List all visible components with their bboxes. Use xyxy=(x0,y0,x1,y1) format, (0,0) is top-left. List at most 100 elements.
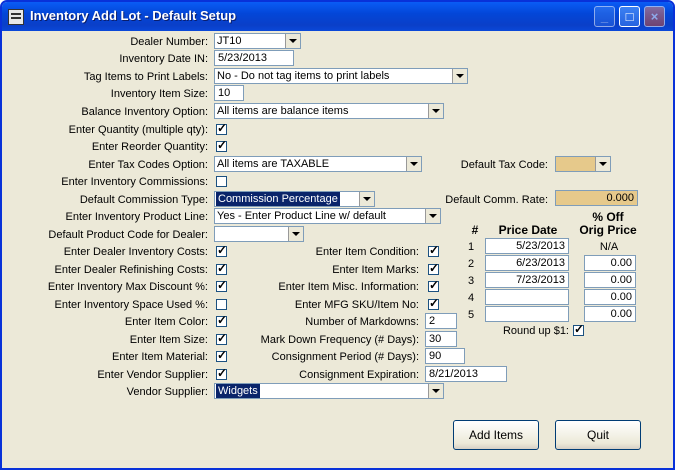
tax-codes-option-label: Enter Tax Codes Option: xyxy=(88,159,208,171)
markdown-pct-off-value: N/A xyxy=(599,241,619,253)
default-tax-code-select[interactable] xyxy=(555,156,611,172)
chevron-down-icon[interactable] xyxy=(288,227,303,241)
enter-inventory-commissions-checkbox[interactable] xyxy=(216,176,227,187)
product-line-select[interactable]: Yes - Enter Product Line w/ default xyxy=(214,208,441,224)
item-material-checkbox[interactable] xyxy=(216,348,227,362)
markdown-number-header: # xyxy=(471,223,479,237)
enter-inventory-commissions-label: Enter Inventory Commissions: xyxy=(61,176,208,188)
default-commission-type-value: Commission Percentage xyxy=(216,192,340,206)
default-product-code-select[interactable] xyxy=(214,226,304,242)
round-up-label: Round up $1: xyxy=(502,325,569,337)
vendor-supplier-checkbox[interactable] xyxy=(216,366,227,380)
add-items-button[interactable]: Add Items xyxy=(453,420,539,450)
close-button[interactable]: × xyxy=(644,6,665,27)
chevron-down-icon[interactable] xyxy=(428,104,443,118)
round-up-checkbox[interactable] xyxy=(573,322,584,336)
enter-reorder-quantity-checkbox[interactable] xyxy=(216,138,227,152)
markdown-price-date-field[interactable]: 7/23/2013 xyxy=(485,272,569,288)
item-marks-label: Enter Item Marks: xyxy=(332,264,419,276)
number-of-markdowns-field[interactable]: 2 xyxy=(425,313,457,329)
markdown-pct-off-field[interactable]: 0.00 xyxy=(584,306,636,322)
dealer-number-value: JT10 xyxy=(217,35,242,47)
inventory-item-size-label: Inventory Item Size: xyxy=(110,88,208,100)
dealer-number-label: Dealer Number: xyxy=(130,36,208,48)
maximize-button[interactable]: □ xyxy=(619,6,640,27)
default-comm-rate-label: Default Comm. Rate: xyxy=(445,194,548,206)
dealer-inventory-costs-label: Enter Dealer Inventory Costs: xyxy=(63,246,208,258)
chevron-down-icon[interactable] xyxy=(406,157,421,171)
markdown-row-number: 5 xyxy=(468,309,475,321)
default-tax-code-label: Default Tax Code: xyxy=(460,159,548,171)
default-comm-rate-field[interactable]: 0.000 xyxy=(555,190,638,206)
markdown-price-date-field[interactable]: 6/23/2013 xyxy=(485,255,569,271)
inventory-space-used-checkbox[interactable] xyxy=(216,299,227,310)
item-misc-info-checkbox[interactable] xyxy=(428,278,439,292)
chevron-down-icon[interactable] xyxy=(359,192,374,206)
markdown-row-number: 2 xyxy=(468,258,475,270)
inventory-add-lot-window: Inventory Add Lot - Default Setup _ □ × … xyxy=(0,0,675,470)
markdown-pct-off-field[interactable]: 0.00 xyxy=(584,272,636,288)
orig-price-header: Orig Price xyxy=(579,223,637,237)
vendor-supplier-select[interactable]: Widgets xyxy=(214,383,444,399)
tag-items-label: Tag Items to Print Labels: xyxy=(83,71,208,83)
enter-quantity-checkbox[interactable] xyxy=(216,121,227,135)
item-size-checkbox[interactable] xyxy=(216,331,227,345)
balance-inventory-label: Balance Inventory Option: xyxy=(81,106,208,118)
product-line-label: Enter Inventory Product Line: xyxy=(65,211,208,223)
markdown-frequency-field[interactable]: 30 xyxy=(425,331,457,347)
pct-off-header: % Off xyxy=(592,210,624,224)
app-icon xyxy=(8,9,24,25)
markdown-pct-off-field[interactable]: 0.00 xyxy=(584,289,636,305)
chevron-down-icon[interactable] xyxy=(452,69,467,83)
tag-items-value: No - Do not tag items to print labels xyxy=(217,70,390,82)
item-condition-checkbox[interactable] xyxy=(428,243,439,257)
item-marks-checkbox[interactable] xyxy=(428,261,439,275)
tax-codes-option-select[interactable]: All items are TAXABLE xyxy=(214,156,422,172)
chevron-down-icon[interactable] xyxy=(285,34,300,48)
item-material-label: Enter Item Material: xyxy=(112,351,208,363)
consignment-expiration-field[interactable]: 8/21/2013 xyxy=(425,366,507,382)
chevron-down-icon[interactable] xyxy=(428,384,443,398)
balance-inventory-value: All items are balance items xyxy=(217,105,349,117)
item-color-checkbox[interactable] xyxy=(216,313,227,327)
inventory-date-in-field[interactable]: 5/23/2013 xyxy=(214,50,294,66)
tax-codes-option-value: All items are TAXABLE xyxy=(217,158,330,170)
mfg-sku-label: Enter MFG SKU/Item No: xyxy=(294,299,419,311)
dealer-number-select[interactable]: JT10 xyxy=(214,33,301,49)
markdown-price-date-field[interactable]: 5/23/2013 xyxy=(485,238,569,254)
dealer-refinishing-costs-label: Enter Dealer Refinishing Costs: xyxy=(54,264,208,276)
minimize-button[interactable]: _ xyxy=(594,6,615,27)
markdown-row-number: 1 xyxy=(468,241,475,253)
default-product-code-label: Default Product Code for Dealer: xyxy=(48,229,208,241)
consignment-period-label: Consignment Period (# Days): xyxy=(271,351,419,363)
window-title: Inventory Add Lot - Default Setup xyxy=(30,8,237,23)
enter-quantity-label: Enter Quantity (multiple qty): xyxy=(68,124,208,136)
default-commission-type-label: Default Commission Type: xyxy=(79,194,208,206)
consignment-period-field[interactable]: 90 xyxy=(425,348,465,364)
inventory-item-size-field[interactable]: 10 xyxy=(214,85,244,101)
markdown-row-number: 4 xyxy=(468,292,475,304)
chevron-down-icon[interactable] xyxy=(595,157,610,171)
markdown-price-date-field[interactable] xyxy=(485,306,569,322)
chevron-down-icon[interactable] xyxy=(425,209,440,223)
consignment-expiration-label: Consignment Expiration: xyxy=(299,369,419,381)
quit-button[interactable]: Quit xyxy=(555,420,641,450)
default-commission-type-select[interactable]: Commission Percentage xyxy=(214,191,375,207)
markdown-frequency-label: Mark Down Frequency (# Days): xyxy=(260,334,419,346)
item-color-label: Enter Item Color: xyxy=(124,316,208,328)
inventory-max-discount-checkbox[interactable] xyxy=(216,278,227,292)
inventory-date-in-label: Inventory Date IN: xyxy=(119,53,208,65)
vendor-supplier-value: Widgets xyxy=(216,384,260,398)
inventory-max-discount-label: Enter Inventory Max Discount %: xyxy=(47,281,208,293)
title-bar[interactable]: Inventory Add Lot - Default Setup _ □ × xyxy=(2,2,673,31)
mfg-sku-checkbox[interactable] xyxy=(428,296,439,310)
markdown-pct-off-field[interactable]: 0.00 xyxy=(584,255,636,271)
markdown-price-date-field[interactable] xyxy=(485,289,569,305)
dealer-refinishing-costs-checkbox[interactable] xyxy=(216,261,227,275)
balance-inventory-select[interactable]: All items are balance items xyxy=(214,103,444,119)
price-date-header: Price Date xyxy=(498,223,558,237)
dealer-inventory-costs-checkbox[interactable] xyxy=(216,243,227,257)
item-condition-label: Enter Item Condition: xyxy=(315,246,419,258)
item-misc-info-label: Enter Item Misc. Information: xyxy=(278,281,419,293)
tag-items-select[interactable]: No - Do not tag items to print labels xyxy=(214,68,468,84)
